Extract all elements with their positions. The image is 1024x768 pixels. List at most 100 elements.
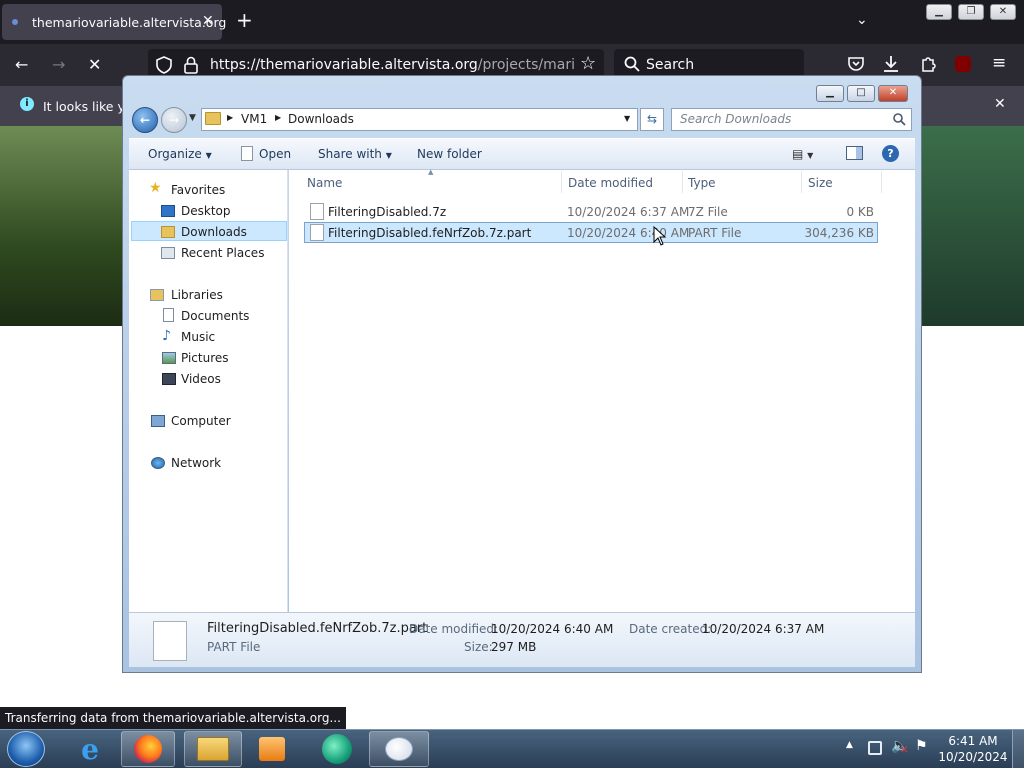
forward-button[interactable]: → xyxy=(161,107,187,133)
clock-time: 6:41 AM xyxy=(948,734,998,748)
url-text[interactable]: https://themariovariable.altervista.org/… xyxy=(210,57,574,73)
file-type: PART File xyxy=(688,226,742,240)
column-divider[interactable] xyxy=(801,171,802,193)
file-size: 0 KB xyxy=(846,205,874,219)
column-header-name[interactable]: Name xyxy=(307,176,342,190)
nav-favorites[interactable]: Favorites xyxy=(171,183,225,197)
ublock-origin-icon[interactable] xyxy=(955,56,971,72)
search-icon[interactable] xyxy=(893,113,906,126)
desktop-icon xyxy=(161,205,175,217)
menu-hamburger-icon[interactable]: ≡ xyxy=(992,53,1006,73)
column-divider[interactable] xyxy=(881,171,882,193)
address-dropdown-icon[interactable]: ▼ xyxy=(624,114,630,123)
minimize-button[interactable]: ▁ xyxy=(926,4,952,20)
open-file-icon xyxy=(241,146,253,161)
close-window-button[interactable]: ✕ xyxy=(990,4,1016,20)
help-icon[interactable]: ? xyxy=(882,145,899,162)
libraries-icon xyxy=(150,289,164,301)
downloads-icon[interactable] xyxy=(883,55,899,73)
nav-pictures[interactable]: Pictures xyxy=(181,351,229,365)
mouse-cursor-icon xyxy=(653,226,667,246)
nav-desktop[interactable]: Desktop xyxy=(181,204,231,218)
share-with-label: Share with xyxy=(318,147,382,161)
column-divider[interactable] xyxy=(561,171,562,193)
file-name: FilteringDisabled.feNrfZob.7z.part xyxy=(328,226,532,240)
organize-button[interactable]: Organize ▼ xyxy=(148,147,212,161)
forward-arrow-icon[interactable]: → xyxy=(52,55,65,74)
refresh-icon[interactable]: ⇆ xyxy=(640,108,664,131)
lock-icon[interactable] xyxy=(184,56,198,74)
url-host: https://themariovariable.altervista.org xyxy=(210,57,478,73)
nav-documents[interactable]: Documents xyxy=(181,309,249,323)
action-center-flag-icon[interactable]: ⚑ xyxy=(915,738,928,754)
browser-tab[interactable]: themariovariable.altervista.org ✕ xyxy=(2,4,226,40)
network-tray-icon[interactable] xyxy=(868,741,882,755)
nav-libraries[interactable]: Libraries xyxy=(171,288,223,302)
file-icon xyxy=(310,224,324,241)
nav-computer[interactable]: Computer xyxy=(171,414,231,428)
file-date: 10/20/2024 6:40 AM xyxy=(567,226,690,240)
close-button[interactable]: ✕ xyxy=(878,85,908,102)
extensions-puzzle-icon[interactable] xyxy=(920,55,937,72)
clock-date: 10/20/2024 xyxy=(938,750,1008,764)
nav-recent-places[interactable]: Recent Places xyxy=(181,246,264,260)
firefox-icon xyxy=(134,735,162,763)
details-file-type: PART File xyxy=(207,640,261,654)
app-icon[interactable] xyxy=(322,734,352,764)
breadcrumb-vm1[interactable]: VM1 xyxy=(241,112,267,126)
muted-x-icon: ✕ xyxy=(900,745,909,756)
maximize-button[interactable]: □ xyxy=(847,85,875,102)
back-arrow-icon[interactable]: ← xyxy=(15,55,28,74)
internet-explorer-icon[interactable]: e xyxy=(73,733,107,766)
site-favicon-icon xyxy=(12,19,18,25)
list-all-tabs-icon[interactable]: ⌄ xyxy=(856,12,868,28)
chevron-right-icon[interactable]: ▶ xyxy=(227,113,233,122)
restore-button[interactable]: ❐ xyxy=(958,4,984,20)
new-tab-button[interactable]: + xyxy=(236,8,253,32)
details-date-created-label: Date created: xyxy=(629,622,712,636)
pocket-icon[interactable] xyxy=(848,56,864,72)
show-hidden-icons[interactable]: ▲ xyxy=(846,740,853,750)
music-note-icon: ♪ xyxy=(162,328,171,344)
tab-title: themariovariable.altervista.org xyxy=(32,14,227,30)
documents-icon xyxy=(163,308,174,322)
recent-pages-dropdown-icon[interactable]: ▼ xyxy=(189,113,196,123)
taskbar-clock[interactable]: 6:41 AM 10/20/2024 xyxy=(938,733,1008,765)
file-size: 304,236 KB xyxy=(804,226,874,240)
column-header-type[interactable]: Type xyxy=(688,176,716,190)
bookmark-star-icon[interactable]: ☆ xyxy=(580,53,596,74)
status-panel: Transferring data from themariovariable.… xyxy=(0,707,346,729)
back-button[interactable]: ← xyxy=(132,107,158,133)
breadcrumb-downloads[interactable]: Downloads xyxy=(288,112,354,126)
nav-downloads[interactable]: Downloads xyxy=(181,225,247,239)
stop-loading-icon[interactable]: ✕ xyxy=(88,55,101,74)
column-divider[interactable] xyxy=(682,171,683,193)
open-button[interactable]: Open xyxy=(259,147,291,161)
nav-network[interactable]: Network xyxy=(171,456,221,470)
details-file-name: FilteringDisabled.feNrfZob.7z.part xyxy=(207,621,428,636)
search-icon xyxy=(624,56,640,72)
column-header-size[interactable]: Size xyxy=(808,176,833,190)
downloads-folder-icon xyxy=(161,226,175,238)
nav-videos[interactable]: Videos xyxy=(181,372,221,386)
show-desktop-button[interactable] xyxy=(1012,730,1024,768)
url-path: /projects/mario-forev xyxy=(477,57,574,73)
tracking-protection-shield-icon[interactable] xyxy=(156,56,172,74)
share-with-button[interactable]: Share with ▼ xyxy=(318,147,392,161)
organize-label: Organize xyxy=(148,147,202,161)
close-notification-icon[interactable]: ✕ xyxy=(994,96,1006,112)
chevron-right-icon[interactable]: ▶ xyxy=(275,113,281,122)
new-folder-button[interactable]: New folder xyxy=(417,147,482,161)
media-player-icon[interactable] xyxy=(259,737,285,761)
chevron-down-icon: ▼ xyxy=(385,151,392,160)
minimize-button[interactable]: ▁ xyxy=(816,85,844,102)
selected-file-icon xyxy=(153,621,187,661)
column-header-date-modified[interactable]: Date modified xyxy=(568,176,653,190)
sort-indicator-icon: ▲ xyxy=(428,168,434,176)
nav-music[interactable]: Music xyxy=(181,330,215,344)
preview-pane-icon[interactable] xyxy=(846,146,863,160)
close-tab-icon[interactable]: ✕ xyxy=(202,13,214,29)
start-button[interactable] xyxy=(7,731,45,767)
videos-icon xyxy=(162,373,176,385)
view-options-icon[interactable]: ▤ ▼ xyxy=(792,147,813,161)
